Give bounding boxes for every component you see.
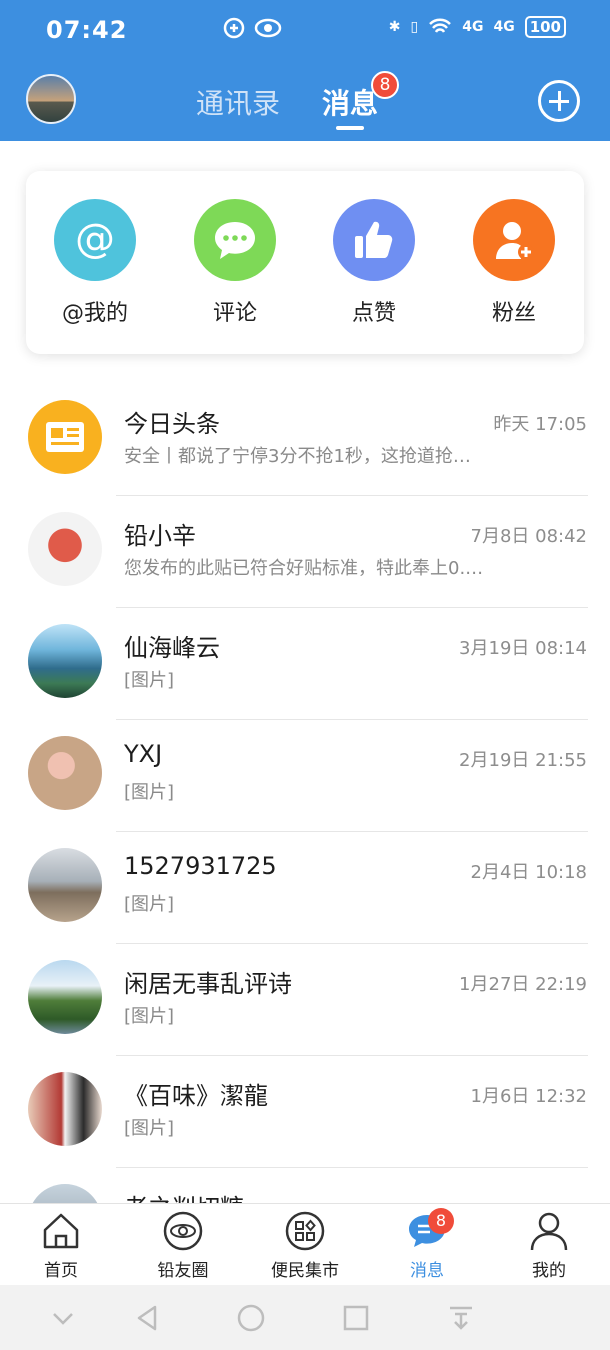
nav-profile[interactable]: 我的 [499,1210,599,1281]
nav-messages[interactable]: 消息 [377,1210,477,1281]
network-label-1: 4G [462,19,484,35]
at-icon: @ [54,199,136,281]
quick-fans[interactable]: 粉丝 [454,199,574,327]
contact-avatar [28,960,102,1034]
recent-apps-icon[interactable] [341,1303,371,1333]
message-name: 仙海峰云 [124,634,220,662]
contact-avatar [28,1072,102,1146]
network-label-2: 4G [493,19,515,35]
message-name: 铅小辛 [124,522,196,550]
message-preview: 您发布的此贴已符合好贴标准，特此奉上0.… [124,558,484,579]
comment-icon [194,199,276,281]
tab-active-indicator [336,126,364,130]
list-item[interactable]: 闲居无事乱评诗 1月27日 22:19 [图片] [0,944,610,1056]
message-time: 昨天 17:05 [493,414,587,435]
contact-avatar [28,736,102,810]
notification-pull-icon[interactable] [446,1303,476,1333]
nav-home-label: 首页 [44,1261,78,1281]
contact-avatar [28,848,102,922]
message-preview: [图片] [124,1006,175,1027]
quick-actions-card: @ @我的 评论 点赞 粉丝 [26,171,584,354]
system-nav-bar [0,1285,610,1350]
quick-like-label: 点赞 [351,301,396,326]
message-time: 7月8日 08:42 [470,526,588,547]
status-bar: 07:42 ✱ ▯ 4G 4G 100 [0,0,610,60]
quick-at-me-label: @我的 [61,301,128,326]
home-icon [40,1210,82,1252]
nav-market[interactable]: 便民集市 [255,1210,355,1281]
eye-icon [254,18,282,38]
wifi-icon [429,18,452,33]
message-time: 2月4日 10:18 [470,862,588,883]
message-time: 2月19日 21:55 [459,750,587,771]
message-preview: [图片] [124,782,175,803]
circle-icon [162,1210,204,1252]
quick-comment-label: 评论 [212,301,257,326]
vibrate-icon: ▯ [410,19,419,35]
status-time: 07:42 [46,16,128,44]
message-time: 3月19日 08:14 [459,638,587,659]
tab-contacts[interactable]: 通讯录 [196,82,280,122]
svg-text:@: @ [75,216,115,262]
nav-messages-label: 消息 [410,1261,444,1281]
message-preview: [图片] [124,670,175,691]
message-name: 今日头条 [124,410,220,438]
quick-at-me[interactable]: @ @我的 [35,199,155,327]
list-item[interactable]: YXJ 2月19日 21:55 [图片] [0,720,610,832]
message-name: 1527931725 [124,852,277,880]
message-preview: [图片] [124,1118,175,1139]
tab-messages[interactable]: 消息 [322,82,378,122]
bluetooth-icon: ✱ [388,19,401,35]
toutiao-avatar [28,400,102,474]
bottom-nav: 首页 铅友圈 便民集市 消息 我的 [0,1203,610,1285]
header-bar: 07:42 ✱ ▯ 4G 4G 100 通讯录 消息 8 [0,0,610,141]
nav-circle-label: 铅友圈 [157,1261,209,1281]
nav-home[interactable]: 首页 [11,1210,111,1281]
contact-avatar [28,512,102,586]
message-name: 闲居无事乱评诗 [124,970,292,998]
tab-messages-badge: 8 [371,71,399,99]
battery-icon: 100 [524,16,566,38]
home-button-icon[interactable] [236,1303,266,1333]
back-icon[interactable] [133,1303,163,1333]
nav-circle[interactable]: 铅友圈 [133,1210,233,1281]
nav-messages-badge: 8 [428,1208,454,1234]
list-item[interactable]: 1527931725 2月4日 10:18 [图片] [0,832,610,944]
profile-icon [528,1210,570,1252]
add-user-icon [473,199,555,281]
quick-fans-label: 粉丝 [491,301,536,326]
nav-market-label: 便民集市 [271,1261,339,1281]
chevron-down-icon[interactable] [48,1303,78,1333]
contact-avatar [28,624,102,698]
message-name: YXJ [124,740,163,768]
status-mid-icons [222,16,282,40]
user-avatar[interactable] [26,74,76,124]
message-name: 《百味》潔龍 [124,1082,268,1110]
list-item[interactable]: 仙海峰云 3月19日 08:14 [图片] [0,608,610,720]
message-time: 1月27日 22:19 [459,974,587,995]
list-item[interactable]: 今日头条 昨天 17:05 安全丨都说了宁停3分不抢1秒，这抢道抢… [0,384,610,496]
status-right-icons: ✱ ▯ 4G 4G 100 [389,16,566,38]
thumbs-up-icon [333,199,415,281]
list-item[interactable]: 《百味》潔龍 1月6日 12:32 [图片] [0,1056,610,1168]
market-icon [284,1210,326,1252]
quick-like[interactable]: 点赞 [314,199,434,327]
message-time: 1月6日 12:32 [470,1086,588,1107]
message-preview: 安全丨都说了宁停3分不抢1秒，这抢道抢… [124,446,471,467]
message-preview: [图片] [124,894,175,915]
list-item[interactable]: 铅小辛 7月8日 08:42 您发布的此贴已符合好贴标准，特此奉上0.… [0,496,610,608]
notification-icon [223,17,245,39]
add-button[interactable] [538,80,580,122]
quick-comment[interactable]: 评论 [175,199,295,327]
nav-profile-label: 我的 [532,1261,566,1281]
newspaper-icon [46,422,84,452]
